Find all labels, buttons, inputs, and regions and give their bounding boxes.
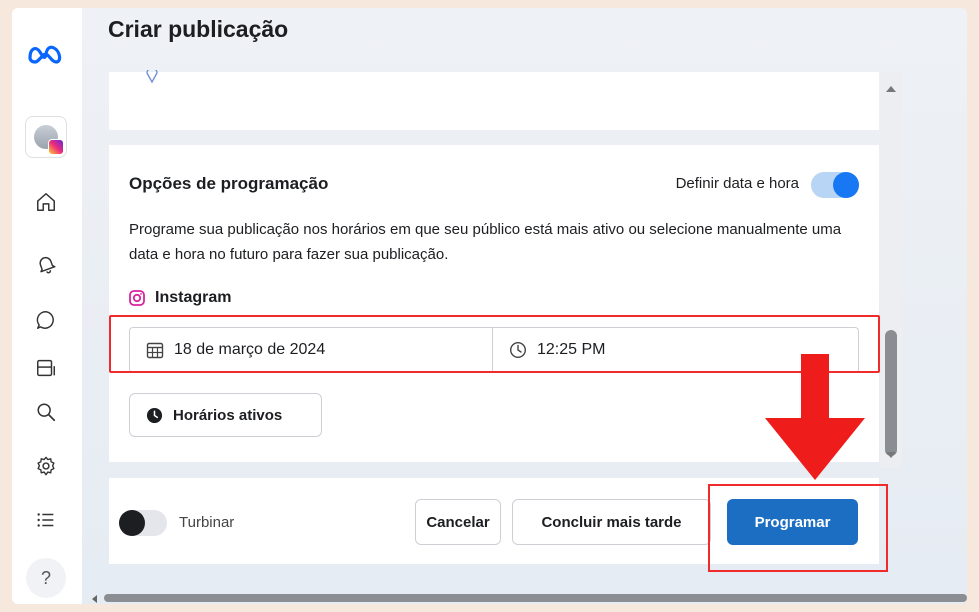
- page-title: Criar publicação: [108, 16, 289, 42]
- sidebar-item-settings[interactable]: [26, 450, 66, 482]
- vertical-scrollbar[interactable]: [880, 72, 902, 468]
- active-times-label: Horários ativos: [173, 406, 283, 424]
- toggle-knob: [833, 172, 859, 198]
- finish-later-button[interactable]: Concluir mais tarde: [512, 499, 711, 545]
- scroll-up-icon[interactable]: [886, 86, 896, 92]
- gear-icon: [37, 456, 55, 476]
- bell-icon: [39, 256, 56, 274]
- location-card: [109, 70, 879, 130]
- sidebar-item-messages[interactable]: [26, 304, 66, 336]
- schedule-button-highlight: [708, 484, 888, 572]
- clock-filled-icon: [146, 407, 163, 423]
- app-window: ? Criar publicação Opções de programação…: [12, 8, 967, 604]
- panel-icon: [37, 359, 55, 377]
- scheduling-title: Opções de programação: [129, 174, 329, 193]
- scroll-thumb[interactable]: [885, 330, 897, 456]
- sidebar-item-home[interactable]: [26, 186, 66, 218]
- platform-row: Instagram: [129, 289, 231, 307]
- instagram-badge-icon: [48, 139, 64, 155]
- set-date-time-toggle[interactable]: [811, 172, 859, 198]
- sidebar-item-notifications[interactable]: [26, 248, 66, 280]
- sidebar: ?: [12, 8, 82, 604]
- toggle-knob: [119, 510, 145, 536]
- boost-toggle[interactable]: [119, 510, 167, 536]
- scroll-left-icon[interactable]: [92, 595, 97, 603]
- sidebar-item-search[interactable]: [26, 396, 66, 428]
- instagram-icon: [129, 290, 145, 306]
- help-label: ?: [40, 567, 51, 588]
- active-times-button[interactable]: Horários ativos: [129, 393, 322, 437]
- red-arrow-down-icon: [765, 354, 865, 480]
- scheduling-description: Programe sua publicação nos horários em …: [129, 221, 842, 263]
- boost-label: Turbinar: [179, 514, 235, 531]
- horizontal-scrollbar[interactable]: [82, 592, 967, 604]
- scroll-down-icon[interactable]: [886, 452, 896, 458]
- sidebar-item-content[interactable]: [26, 352, 66, 384]
- scheduling-card: Opções de programação Definir data e hor…: [109, 145, 879, 462]
- location-pin-icon: [146, 70, 158, 84]
- set-date-time-label: Definir data e hora: [675, 175, 799, 192]
- cancel-button[interactable]: Cancelar: [415, 499, 501, 545]
- avatar: [34, 125, 64, 155]
- chat-icon: [36, 311, 54, 329]
- horizontal-scroll-thumb[interactable]: [104, 594, 967, 602]
- search-icon: [37, 403, 56, 422]
- help-button[interactable]: ?: [26, 558, 66, 598]
- meta-logo[interactable]: [26, 42, 66, 66]
- list-icon: [37, 513, 54, 527]
- platform-label: Instagram: [155, 289, 232, 306]
- home-icon: [37, 193, 55, 211]
- account-switcher[interactable]: [25, 116, 67, 158]
- sidebar-item-menu[interactable]: [26, 504, 66, 536]
